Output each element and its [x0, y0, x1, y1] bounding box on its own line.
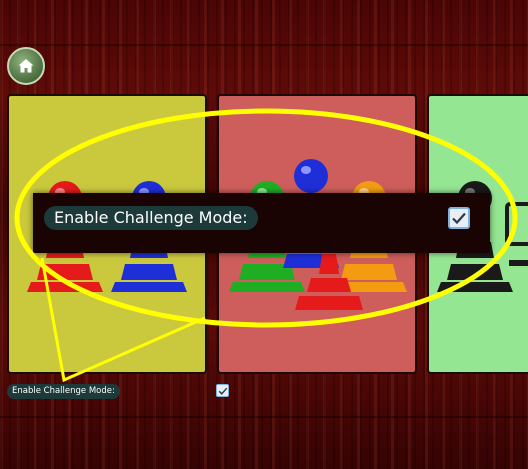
red-pawn-icon [295, 254, 363, 310]
checkmark-icon [452, 212, 466, 225]
challenge-mode-popup: Enable Challenge Mode: [33, 193, 490, 253]
home-icon [18, 59, 34, 73]
challenge-mode-label: Enable Challenge Mode: [44, 206, 258, 230]
wood-divider [0, 44, 528, 46]
computer-icon [505, 202, 528, 266]
checkmark-icon [218, 387, 227, 395]
home-button[interactable] [7, 47, 45, 85]
challenge-mode-checkbox[interactable] [216, 384, 229, 397]
challenge-mode-label: Enable Challenge Mode: [7, 384, 120, 399]
wood-divider [0, 416, 528, 418]
challenge-mode-checkbox[interactable] [448, 207, 470, 229]
